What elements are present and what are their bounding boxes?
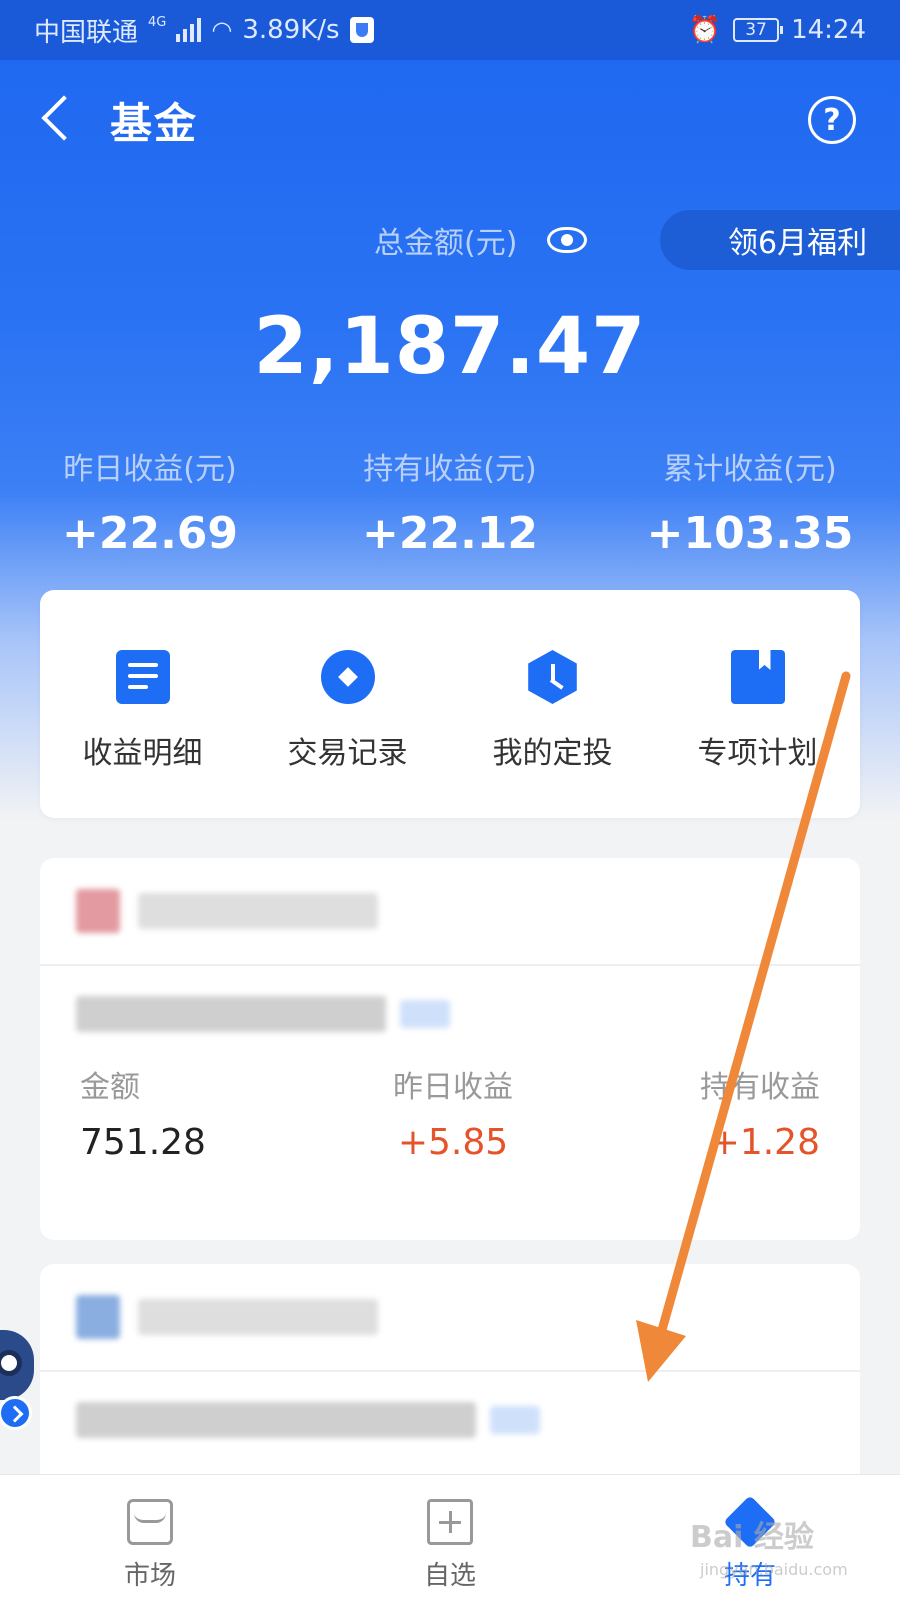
fund-holding: 持有收益 +1.28 (700, 1062, 820, 1163)
stat-cumulative[interactable]: 累计收益(元) +103.35 (600, 444, 900, 559)
fund-company-name (138, 893, 378, 929)
chevron-right-icon (0, 1396, 32, 1430)
watermark-logo: Bai 经验 (690, 1520, 814, 1555)
stat-holding[interactable]: 持有收益(元) +22.12 (300, 444, 600, 559)
quick-actions-card: 收益明细 交易记录 我的定投 专项计划 (40, 590, 860, 818)
fund-company-logo (76, 889, 120, 933)
mascot-icon (0, 1330, 34, 1400)
quick-action-label: 我的定投 (492, 736, 613, 771)
battery-level: 37 (745, 20, 767, 40)
fund-amount-value: 751.28 (80, 1122, 206, 1163)
floating-assistant[interactable] (0, 1330, 40, 1430)
stat-value: +22.69 (61, 508, 239, 559)
stat-label: 持有收益(元) (363, 452, 537, 487)
question-icon: ? (823, 102, 841, 138)
fund-company-logo (76, 1295, 120, 1339)
total-amount: 2,187.47 (253, 302, 647, 392)
promo-button[interactable]: 领6月福利 (660, 210, 900, 270)
fund-name (76, 1402, 476, 1438)
stat-yesterday[interactable]: 昨日收益(元) +22.69 (0, 444, 300, 559)
tab-watchlist[interactable]: 自选 (300, 1475, 600, 1600)
page-title: 基金 (110, 99, 199, 148)
fund-yesterday-label: 昨日收益 (392, 1070, 513, 1105)
fund-company-name (138, 1299, 378, 1335)
quick-action-label: 专项计划 (697, 736, 818, 771)
quick-action-transactions[interactable]: 交易记录 (245, 590, 450, 818)
record-icon (320, 650, 375, 704)
carrier-label: 中国联通 (34, 17, 139, 48)
back-button[interactable] (38, 94, 78, 146)
quick-action-label: 交易记录 (287, 736, 408, 771)
quick-action-earnings-detail[interactable]: 收益明细 (40, 590, 245, 818)
watermark-url: jingyan.baidu.com (700, 1560, 848, 1579)
quick-action-special-plan[interactable]: 专项计划 (655, 590, 860, 818)
stat-value: +22.12 (361, 508, 539, 559)
bookmark-icon (730, 650, 785, 704)
fund-yesterday-value: +5.85 (397, 1122, 509, 1163)
fund-name-row (40, 966, 860, 1062)
quick-action-label: 收益明细 (82, 736, 203, 771)
tab-market[interactable]: 市场 (0, 1475, 300, 1600)
add-favorite-icon (427, 1499, 473, 1545)
clock-time: 14:24 (791, 15, 866, 45)
alarm-icon: ⏰ (688, 15, 722, 45)
tab-label: 自选 (423, 1561, 476, 1591)
signal-icon (176, 18, 202, 42)
total-label-row: 总金额(元) (374, 218, 588, 262)
help-button[interactable]: ? (808, 96, 856, 144)
clock-icon (528, 650, 577, 704)
fund-holding-value: +1.28 (709, 1122, 820, 1163)
stat-label: 累计收益(元) (663, 452, 837, 487)
status-bar: 中国联通 4G ◠ 3.89K/s ⏰ 37 14:24 (0, 0, 900, 60)
eye-icon[interactable] (547, 227, 588, 253)
mascot-eye (0, 1350, 22, 1376)
tab-label: 市场 (123, 1561, 176, 1591)
fund-name-row (40, 1372, 860, 1468)
fund-stats: 金额 751.28 昨日收益 +5.85 持有收益 +1.28 (40, 1062, 860, 1163)
fund-holding-label: 持有收益 (700, 1070, 820, 1105)
document-icon (115, 650, 170, 704)
network-type: 4G (148, 14, 167, 30)
fund-amount: 金额 751.28 (80, 1062, 206, 1163)
fund-company-header (40, 858, 860, 966)
fund-tag (490, 1406, 540, 1434)
fund-name (76, 996, 386, 1032)
store-icon (127, 1499, 173, 1545)
fund-yesterday: 昨日收益 +5.85 (393, 1062, 513, 1163)
fund-amount-label: 金额 (80, 1070, 140, 1105)
fund-card[interactable]: 金额 751.28 昨日收益 +5.85 持有收益 +1.28 (40, 858, 860, 1240)
fund-card[interactable] (40, 1264, 860, 1504)
fund-company-header (40, 1264, 860, 1372)
network-speed: 3.89K/s (242, 15, 340, 45)
wifi-icon: ◠ (211, 16, 233, 44)
navigation-bar: 基金 ? (0, 60, 900, 180)
battery-icon: 37 (733, 18, 784, 42)
fund-tag (400, 1000, 450, 1028)
total-amount-label: 总金额(元) (374, 226, 518, 261)
shield-icon (349, 17, 374, 43)
stat-value: +103.35 (646, 508, 854, 559)
quick-action-auto-invest[interactable]: 我的定投 (450, 590, 655, 818)
earnings-stats: 昨日收益(元) +22.69 持有收益(元) +22.12 累计收益(元) +1… (0, 444, 900, 559)
stat-label: 昨日收益(元) (63, 452, 237, 487)
